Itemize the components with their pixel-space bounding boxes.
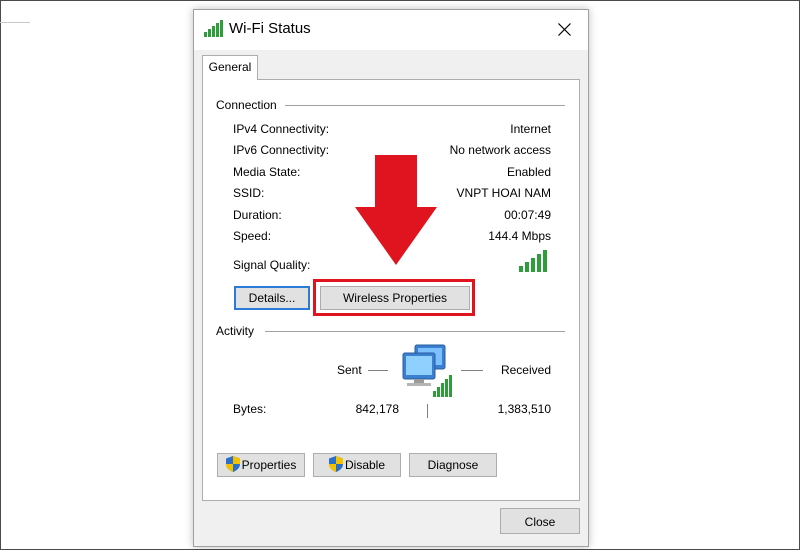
bytes-sent-value: 842,178 — [355, 402, 399, 416]
bytes-received-value: 1,383,510 — [497, 402, 551, 416]
media-state-value: Enabled — [506, 165, 551, 179]
title-bar: Wi-Fi Status — [194, 10, 588, 50]
close-icon — [558, 23, 571, 36]
speed-value: 144.4 Mbps — [488, 229, 551, 243]
diagnose-button[interactable]: Diagnose — [409, 453, 497, 477]
duration-label: Duration: — [233, 208, 282, 222]
ipv4-value: Internet — [510, 122, 551, 136]
details-button[interactable]: Details... — [234, 286, 310, 310]
close-button[interactable]: Close — [500, 508, 580, 534]
bytes-label: Bytes: — [233, 402, 267, 416]
wifi-signal-icon — [204, 20, 223, 37]
activity-divider — [265, 331, 565, 332]
tab-general[interactable]: General — [202, 55, 258, 80]
ssid-label: SSID: — [233, 186, 265, 200]
background-divider — [0, 22, 30, 23]
properties-button[interactable]: Properties — [217, 453, 305, 477]
uac-shield-icon — [328, 456, 343, 473]
ipv6-value: No network access — [449, 143, 551, 157]
received-label: Received — [500, 363, 551, 377]
connection-heading: Connection — [216, 98, 283, 112]
connection-divider — [285, 105, 565, 106]
disable-button[interactable]: Disable — [313, 453, 401, 477]
highlight-box-annotation — [313, 279, 475, 316]
ssid-value: VNPT HOAI NAM — [456, 186, 551, 200]
media-state-label: Media State: — [233, 165, 301, 179]
close-window-button[interactable] — [542, 10, 588, 50]
disable-button-label: Disable — [344, 458, 386, 472]
signal-quality-label: Signal Quality: — [233, 258, 311, 272]
received-connector — [461, 370, 483, 371]
properties-button-label: Properties — [241, 458, 297, 472]
window-title: Wi-Fi Status — [229, 20, 311, 37]
signal-bars-icon — [519, 250, 547, 272]
sent-connector — [368, 370, 388, 371]
network-computers-icon — [402, 344, 452, 397]
ipv4-label: IPv4 Connectivity: — [233, 122, 330, 136]
speed-label: Speed: — [233, 229, 272, 243]
activity-vertical-connector — [427, 404, 428, 418]
red-arrow-annotation — [355, 155, 437, 265]
ipv6-label: IPv6 Connectivity: — [233, 143, 330, 157]
uac-shield-icon — [225, 456, 240, 473]
wifi-status-dialog: Wi-Fi Status General Connection IPv4 Con… — [193, 9, 589, 547]
sent-label: Sent — [337, 363, 362, 377]
activity-heading: Activity — [216, 324, 261, 338]
duration-value: 00:07:49 — [504, 208, 551, 222]
